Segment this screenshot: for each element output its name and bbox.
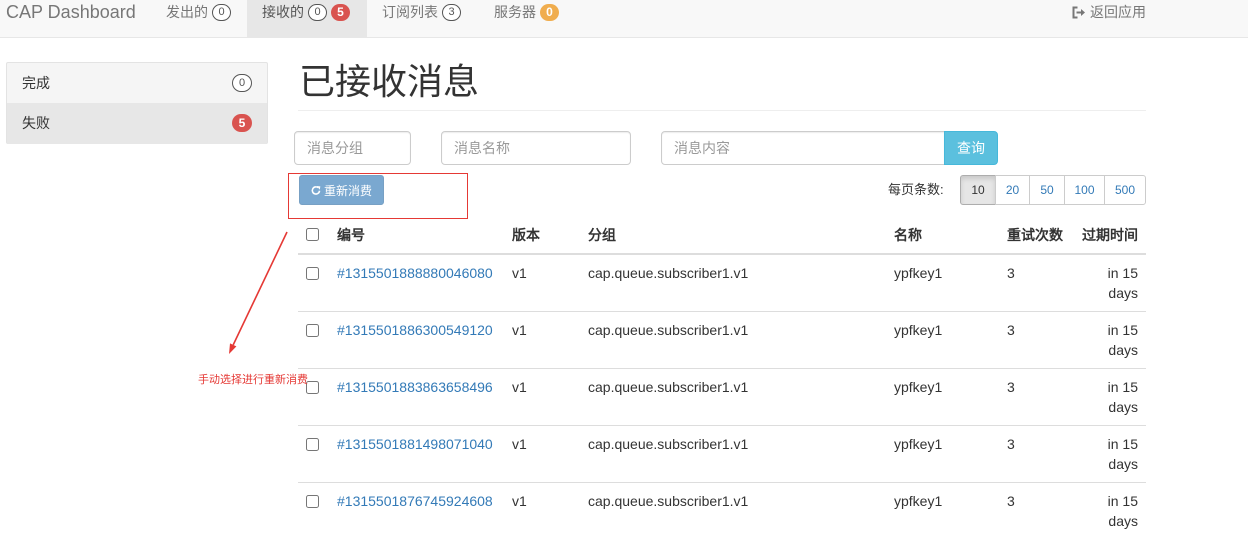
- message-group-input[interactable]: [294, 131, 411, 165]
- nav-item-label: 服务器: [494, 4, 536, 20]
- nav-item-received[interactable]: 接收的 0 5: [247, 0, 367, 37]
- header-id: 编号: [329, 217, 504, 255]
- table-row: #1315501883863658496 v1 cap.queue.subscr…: [298, 368, 1146, 426]
- cell-expires: in 15 days: [1074, 482, 1146, 539]
- sign-out-icon: [1072, 6, 1086, 19]
- count-badge: 0: [232, 74, 252, 92]
- row-select-checkbox[interactable]: [306, 381, 319, 394]
- table-row: #1315501888880046080 v1 cap.queue.subscr…: [298, 253, 1146, 312]
- row-select-checkbox[interactable]: [306, 267, 319, 280]
- row-select-checkbox[interactable]: [306, 438, 319, 451]
- nav-item-label: 订阅列表: [382, 4, 438, 20]
- cell-name: ypfkey1: [886, 311, 999, 369]
- failed-count-badge: 5: [331, 4, 350, 21]
- message-id-link[interactable]: #1315501876745924608: [337, 493, 493, 509]
- message-id-link[interactable]: #1315501883863658496: [337, 379, 493, 395]
- cell-version: v1: [504, 368, 580, 426]
- cell-retries: 3: [999, 425, 1074, 483]
- nav-item-servers[interactable]: 服务器 0: [479, 0, 575, 37]
- messages-table: 编号 版本 分组 名称 重试次数 过期时间 #13155018888800460…: [298, 217, 1146, 539]
- row-select-checkbox[interactable]: [306, 495, 319, 508]
- requeue-button[interactable]: 重新消费: [299, 175, 384, 205]
- cell-group: cap.queue.subscriber1.v1: [580, 482, 886, 539]
- message-id-link[interactable]: #1315501888880046080: [337, 265, 493, 281]
- select-all-checkbox[interactable]: [306, 228, 319, 241]
- cell-name: ypfkey1: [886, 368, 999, 426]
- table-row: #1315501876745924608 v1 cap.queue.subscr…: [298, 482, 1146, 539]
- sidebar-item-label: 完成: [22, 75, 50, 91]
- search-button[interactable]: 查询: [944, 131, 998, 165]
- requeue-label: 重新消费: [323, 183, 372, 198]
- header-select: [298, 217, 329, 255]
- message-id-link[interactable]: #1315501881498071040: [337, 436, 493, 452]
- cell-version: v1: [504, 425, 580, 483]
- table-row: #1315501886300549120 v1 cap.queue.subscr…: [298, 311, 1146, 369]
- header-retries: 重试次数: [999, 217, 1074, 255]
- nav-item-sent[interactable]: 发出的 0: [151, 0, 247, 37]
- header-version: 版本: [504, 217, 580, 255]
- nav-item-label: 发出的: [166, 4, 208, 20]
- row-select-checkbox[interactable]: [306, 324, 319, 337]
- cell-name: ypfkey1: [886, 482, 999, 539]
- sidebar-item-label: 失败: [22, 115, 50, 131]
- cell-expires: in 15 days: [1074, 368, 1146, 426]
- page-size-label: 每页条数:: [888, 182, 944, 197]
- back-to-app-link[interactable]: 返回应用: [1072, 3, 1146, 21]
- nav-item-label: 接收的: [262, 4, 304, 20]
- count-badge: 0: [212, 4, 231, 21]
- page-size-option-20[interactable]: 20: [995, 175, 1030, 205]
- count-badge: 0: [540, 4, 559, 21]
- page-size-option-100[interactable]: 100: [1064, 175, 1105, 205]
- cell-version: v1: [504, 253, 580, 312]
- header-group: 分组: [580, 217, 886, 255]
- message-id-link[interactable]: #1315501886300549120: [337, 322, 493, 338]
- table-header-row: 编号 版本 分组 名称 重试次数 过期时间: [298, 217, 1146, 255]
- cell-expires: in 15 days: [1074, 311, 1146, 369]
- cell-retries: 3: [999, 368, 1074, 426]
- message-content-input[interactable]: [661, 131, 945, 165]
- nav-item-subscriptions[interactable]: 订阅列表 3: [367, 0, 479, 37]
- cell-name: ypfkey1: [886, 253, 999, 312]
- cell-group: cap.queue.subscriber1.v1: [580, 311, 886, 369]
- count-badge: 5: [232, 114, 252, 132]
- cell-group: cap.queue.subscriber1.v1: [580, 253, 886, 312]
- refresh-icon: [311, 185, 321, 196]
- header-name: 名称: [886, 217, 999, 255]
- sidebar-item-failed[interactable]: 失败 5: [7, 103, 267, 144]
- cell-retries: 3: [999, 253, 1074, 312]
- annotation-text: 手动选择进行重新消费: [198, 374, 308, 386]
- message-name-input[interactable]: [441, 131, 631, 165]
- count-badge: 3: [442, 4, 461, 21]
- back-to-app-label: 返回应用: [1090, 4, 1146, 20]
- cell-retries: 3: [999, 311, 1074, 369]
- cell-version: v1: [504, 311, 580, 369]
- page-size-selector: 10 20 50 100 500: [960, 175, 1146, 205]
- page-title: 已接收消息: [298, 61, 1146, 111]
- cell-retries: 3: [999, 482, 1074, 539]
- sidebar-item-succeeded[interactable]: 完成 0: [7, 63, 267, 104]
- cell-version: v1: [504, 482, 580, 539]
- cell-expires: in 15 days: [1074, 425, 1146, 483]
- count-badge: 0: [308, 4, 327, 21]
- page-size-option-500[interactable]: 500: [1104, 175, 1146, 205]
- cell-name: ypfkey1: [886, 425, 999, 483]
- cell-group: cap.queue.subscriber1.v1: [580, 368, 886, 426]
- status-sidebar: 完成 0 失败 5: [6, 62, 268, 144]
- table-row: #1315501881498071040 v1 cap.queue.subscr…: [298, 425, 1146, 483]
- header-expires: 过期时间: [1074, 217, 1146, 255]
- cell-group: cap.queue.subscriber1.v1: [580, 425, 886, 483]
- page-size-option-10[interactable]: 10: [960, 175, 996, 205]
- cell-expires: in 15 days: [1074, 253, 1146, 312]
- brand-link[interactable]: CAP Dashboard: [6, 2, 136, 22]
- top-navbar: CAP Dashboard 发出的 0 接收的 0 5 订阅列表 3 服务器 0…: [0, 0, 1248, 38]
- page-size-option-50[interactable]: 50: [1029, 175, 1065, 205]
